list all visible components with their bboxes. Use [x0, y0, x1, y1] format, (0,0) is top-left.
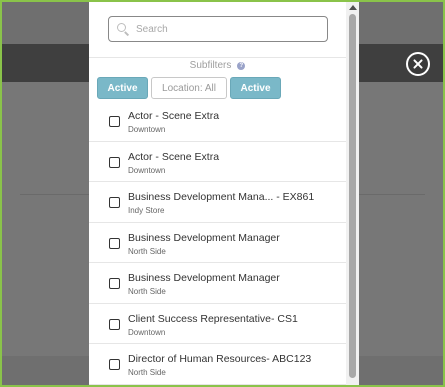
item-title: Actor - Scene Extra: [128, 110, 220, 122]
scrollbar-thumb[interactable]: [349, 14, 356, 378]
job-list: Actor - Scene Extra Downtown Actor - Sce…: [89, 101, 346, 385]
subfilters-heading: Subfilters?: [89, 60, 346, 72]
item-checkbox[interactable]: [109, 156, 120, 168]
list-item[interactable]: Client Success Representative- CS1 Downt…: [89, 304, 346, 344]
chip-active-status[interactable]: Active: [97, 77, 148, 99]
item-checkbox[interactable]: [109, 197, 120, 208]
item-title: Client Success Representative- CS1: [128, 312, 298, 325]
item-title: Business Development Mana... - EX861: [128, 191, 315, 203]
item-checkbox[interactable]: [109, 237, 120, 249]
item-checkbox[interactable]: [109, 359, 120, 370]
search-icon: [117, 22, 130, 36]
item-checkbox[interactable]: [109, 278, 120, 289]
chip-location[interactable]: Location: All: [151, 77, 227, 99]
help-icon[interactable]: ?: [237, 62, 246, 70]
list-item[interactable]: Director of Human Resources- ABC123 Nort…: [89, 344, 346, 385]
item-location: North Side: [128, 246, 166, 256]
scroll-up-arrow-icon[interactable]: [349, 5, 357, 10]
search-field[interactable]: [108, 16, 328, 42]
chip-active-status-2[interactable]: Active: [230, 77, 281, 99]
list-item[interactable]: Actor - Scene Extra Downtown: [89, 142, 346, 182]
item-title: Actor - Scene Extra: [128, 150, 220, 163]
item-location: Downtown: [128, 125, 166, 134]
item-location: North Side: [128, 368, 166, 377]
subfilter-chips: Active Location: All Active: [97, 77, 281, 99]
item-title: Business Development Manager: [128, 272, 280, 284]
close-button[interactable]: [406, 52, 430, 76]
item-checkbox[interactable]: [109, 116, 120, 127]
item-location: Indy Store: [128, 206, 165, 215]
list-item[interactable]: Business Development Manager North Side: [89, 223, 346, 263]
close-icon: [408, 54, 428, 74]
divider: [89, 57, 346, 58]
list-item[interactable]: Actor - Scene Extra Downtown: [89, 101, 346, 142]
item-title: Business Development Manager: [128, 231, 280, 244]
item-checkbox[interactable]: [109, 318, 120, 330]
list-item[interactable]: Business Development Mana... - EX861 Ind…: [89, 182, 346, 223]
item-location: Downtown: [128, 165, 166, 175]
item-location: North Side: [128, 287, 166, 296]
scrollbar[interactable]: [346, 0, 359, 387]
item-title: Director of Human Resources- ABC123: [128, 353, 312, 365]
item-location: Downtown: [128, 327, 166, 337]
search-input[interactable]: [136, 23, 316, 35]
job-filter-dropdown: Subfilters? Active Location: All Active …: [89, 0, 359, 387]
subfilters-label: Subfilters: [189, 60, 232, 71]
list-item[interactable]: Business Development Manager North Side: [89, 263, 346, 304]
